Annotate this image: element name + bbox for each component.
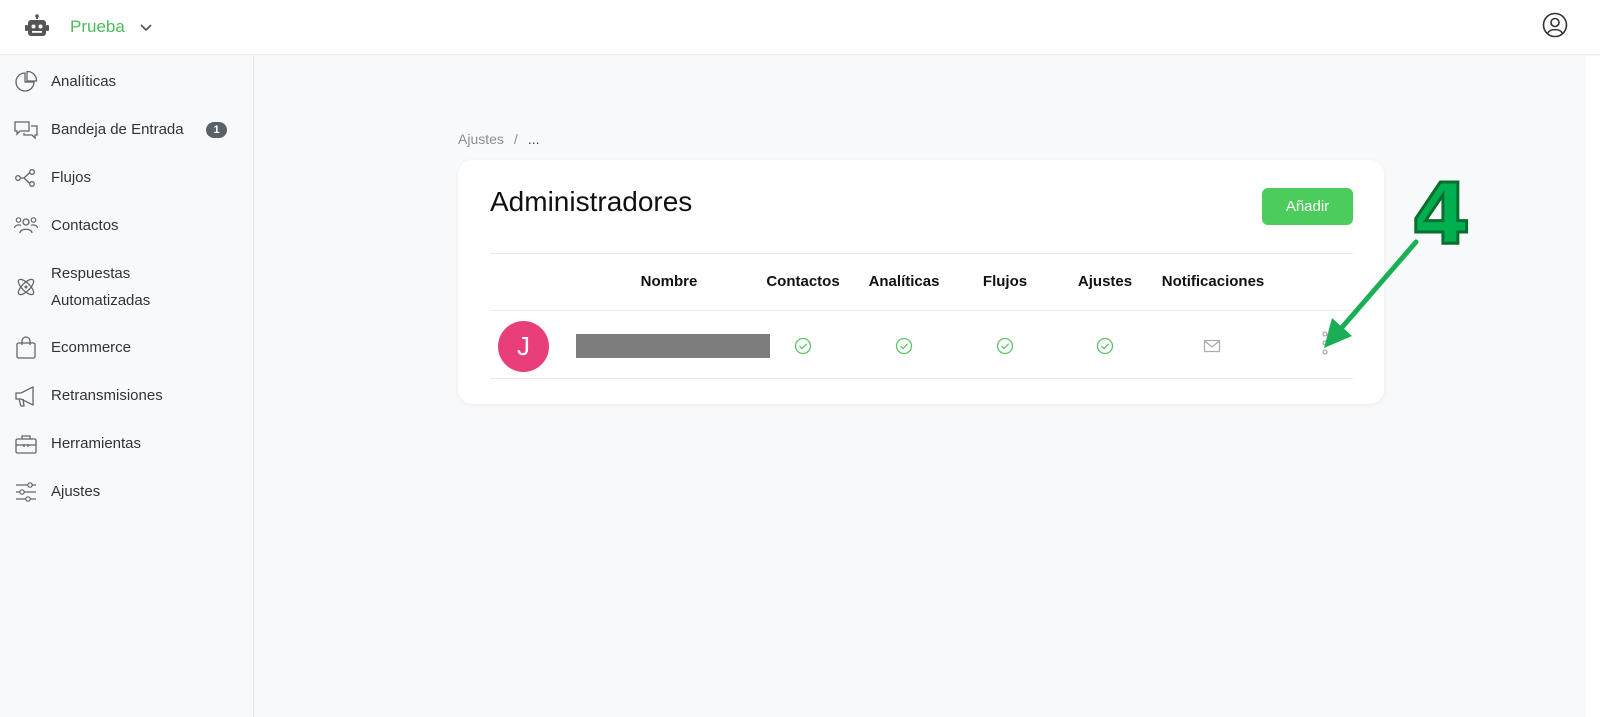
check-circle-icon	[996, 337, 1014, 355]
sidebar-item-label: Contactos	[51, 217, 119, 234]
column-header-nombre: Nombre	[640, 273, 698, 290]
column-header-analiticas: Analíticas	[868, 273, 940, 290]
top-bar: Prueba	[0, 0, 1600, 55]
sidebar-item-label: Retransmisiones	[51, 387, 163, 404]
breadcrumb-separator: /	[513, 131, 518, 147]
sidebar-item-bandeja[interactable]: Bandeja de Entrada 1	[0, 116, 253, 146]
sidebar-item-ecommerce[interactable]: Ecommerce	[0, 334, 253, 364]
sliders-icon	[16, 482, 36, 502]
user-circle-icon[interactable]	[1542, 12, 1568, 38]
unread-badge: 1	[206, 122, 227, 138]
envelope-icon[interactable]	[1203, 337, 1221, 355]
column-header-ajustes: Ajustes	[1077, 273, 1133, 290]
sidebar-item-herramientas[interactable]: Herramientas	[0, 430, 253, 460]
breadcrumb: Ajustes / ...	[458, 131, 539, 147]
avatar: J	[498, 321, 549, 372]
megaphone-icon	[15, 385, 34, 407]
check-circle-icon	[794, 337, 812, 355]
sidebar-item-label-line2: Automatizadas	[51, 292, 151, 309]
bot-name[interactable]: Prueba	[70, 17, 125, 37]
sidebar: Analíticas Bandeja de Entrada 1 Flujos C…	[0, 56, 254, 717]
sidebar-item-retransmisiones[interactable]: Retransmisiones	[0, 382, 253, 412]
sidebar-item-label: Analíticas	[51, 73, 117, 90]
chat-bubbles-icon	[14, 121, 38, 140]
annotation-arrow-icon	[1324, 239, 1419, 348]
sidebar-item-contactos[interactable]: Contactos	[0, 212, 253, 242]
check-circle-icon	[895, 337, 913, 355]
atom-icon	[17, 278, 35, 296]
toolbox-icon	[15, 435, 37, 454]
page-title: Administradores	[490, 186, 693, 217]
shopping-bag-icon	[16, 336, 36, 359]
breadcrumb-root[interactable]: Ajustes	[458, 131, 504, 147]
divider	[490, 253, 1353, 254]
divider	[490, 310, 1353, 311]
sidebar-item-label: Herramientas	[51, 435, 142, 452]
bot-selector[interactable]: Prueba	[24, 12, 153, 42]
sidebar-item-flujos[interactable]: Flujos	[0, 164, 253, 194]
robot-icon	[25, 14, 49, 36]
pie-chart-icon	[15, 70, 38, 92]
scrollbar-track	[1586, 56, 1600, 717]
flow-icon	[15, 169, 35, 187]
sidebar-item-analiticas[interactable]: Analíticas	[0, 68, 253, 98]
column-header-flujos: Flujos	[982, 273, 1028, 290]
sidebar-item-label: Bandeja de Entrada	[51, 121, 184, 138]
column-header-contactos: Contactos	[766, 273, 840, 290]
administrators-card: Administradores Añadir Nombre Contactos …	[458, 160, 1384, 404]
sidebar-item-label: Ajustes	[51, 483, 101, 500]
sidebar-item-respuestas-automatizadas[interactable]: Respuestas Automatizadas	[0, 260, 253, 316]
users-icon	[14, 217, 38, 234]
column-header-notificaciones: Notificaciones	[1161, 273, 1265, 290]
sidebar-item-label: Flujos	[51, 169, 92, 186]
chevron-down-icon[interactable]	[139, 20, 153, 34]
sidebar-item-label-line1: Respuestas	[51, 265, 131, 282]
redacted-name	[576, 334, 770, 358]
breadcrumb-current: ...	[527, 131, 540, 147]
divider	[490, 378, 1353, 379]
add-admin-button[interactable]: Añadir	[1262, 188, 1353, 225]
check-circle-icon	[1096, 337, 1114, 355]
sidebar-item-ajustes[interactable]: Ajustes	[0, 478, 253, 508]
sidebar-item-label: Ecommerce	[51, 339, 132, 356]
